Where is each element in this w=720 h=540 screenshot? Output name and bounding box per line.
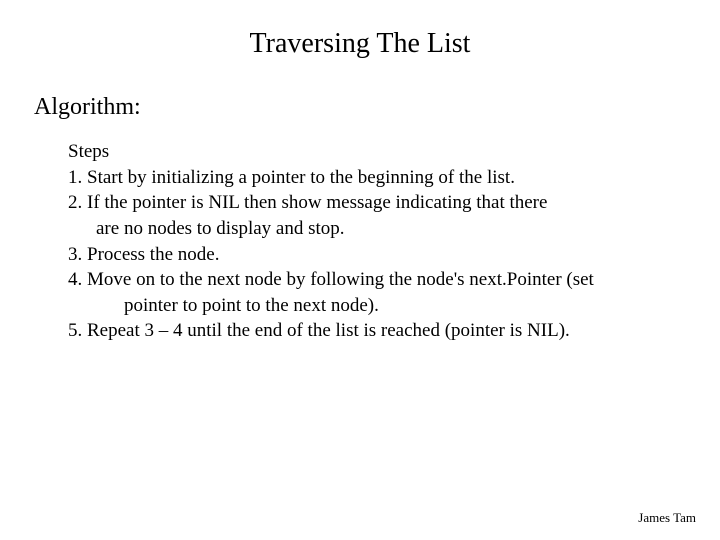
slide-title: Traversing The List (40, 28, 680, 60)
slide-container: Traversing The List Algorithm: Steps 1. … (0, 0, 720, 540)
step-3: 3. Process the node. (68, 242, 680, 268)
steps-block: Steps 1. Start by initializing a pointer… (68, 139, 680, 344)
step-4-line1: 4. Move on to the next node by following… (68, 267, 680, 293)
step-5: 5. Repeat 3 – 4 until the end of the lis… (68, 318, 680, 344)
steps-label: Steps (68, 139, 680, 165)
step-1: 1. Start by initializing a pointer to th… (68, 165, 680, 191)
step-2-line2: are no nodes to display and stop. (96, 216, 680, 242)
author-credit: James Tam (638, 510, 696, 526)
step-2-line1: 2. If the pointer is NIL then show messa… (68, 190, 680, 216)
section-heading: Algorithm: (34, 94, 680, 121)
step-4-line2: pointer to point to the next node). (124, 293, 680, 319)
